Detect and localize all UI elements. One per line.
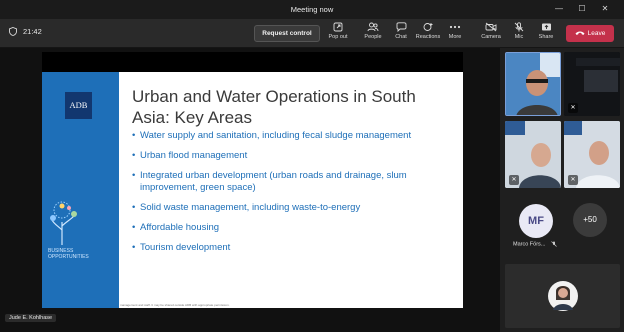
camera-label: Camera: [481, 34, 501, 40]
slide-side-panel: ADB BUSINESS OPPORTUNITIES: [42, 72, 119, 308]
more-label: More: [448, 34, 462, 40]
reactions-label: Reactions: [415, 34, 441, 40]
pop-out-label: Pop out: [328, 34, 348, 40]
pop-out-button[interactable]: Pop out: [324, 22, 352, 46]
business-line-2: OPPORTUNITIES: [48, 254, 89, 260]
participant-video: [506, 53, 560, 115]
chat-icon: [396, 22, 406, 32]
mic-button[interactable]: Mic: [505, 22, 533, 46]
presentation-slide: ADB BUSINESS OPPORTUNITIES Urban and Wat…: [42, 72, 463, 308]
reactions-button[interactable]: Reactions: [414, 22, 442, 46]
mic-off-icon: [514, 22, 524, 32]
presenter-name-tag: Jude E. Kohlhase: [5, 314, 57, 322]
slide-title: Urban and Water Operations in South Asia…: [132, 87, 416, 127]
camera-button[interactable]: Camera: [477, 22, 505, 46]
minimize-icon[interactable]: —: [552, 3, 566, 15]
adb-logo: ADB: [65, 92, 92, 119]
mic-off-icon: [551, 241, 557, 247]
muted-icon: ✕: [568, 103, 578, 113]
slide-footnote: management and staff. It may be shared o…: [120, 303, 230, 307]
participant-avatar[interactable]: MF: [519, 204, 553, 238]
bullet-item: Tourism development: [132, 242, 457, 254]
participant-video-tile[interactable]: [505, 264, 620, 328]
title-bar: Meeting now — ☐ ✕: [0, 0, 624, 19]
participant-video-tile[interactable]: ✕: [505, 121, 561, 188]
bullet-item: Solid waste management, including waste-…: [132, 202, 457, 214]
people-button[interactable]: People: [359, 22, 387, 46]
muted-icon: ✕: [509, 175, 519, 185]
share-icon: [541, 23, 551, 31]
window-title: Meeting now: [290, 5, 334, 14]
pop-out-icon: [333, 22, 343, 32]
slide-top-bar: [42, 52, 463, 72]
participant-name-text: Marco Förs...: [513, 241, 546, 248]
people-label: People: [364, 34, 382, 40]
request-control-button[interactable]: Request control: [254, 25, 320, 42]
chat-label: Chat: [395, 34, 407, 40]
maximize-icon[interactable]: ☐: [575, 3, 589, 15]
leave-label: Leave: [587, 30, 606, 37]
mic-label: Mic: [514, 34, 524, 40]
close-icon[interactable]: ✕: [598, 3, 612, 15]
more-button[interactable]: More: [441, 22, 469, 46]
chat-button[interactable]: Chat: [387, 22, 415, 46]
timer-text: 21:42: [23, 27, 42, 36]
share-button[interactable]: Share: [532, 22, 560, 46]
camera-off-icon: [485, 22, 497, 32]
shield-icon: [9, 27, 17, 36]
more-dots-icon: [449, 25, 461, 29]
participant-name-label: Marco Förs...: [513, 241, 557, 247]
bullet-item: Water supply and sanitation, including f…: [132, 130, 457, 142]
participant-video-tile[interactable]: ✕: [564, 52, 620, 116]
phone-hangup-icon: [575, 31, 585, 36]
participant-video-tile[interactable]: ✕: [564, 121, 620, 188]
more-participants-button[interactable]: +50: [573, 203, 607, 237]
participant-video-tile[interactable]: [505, 52, 561, 116]
tree-logo-icon: [50, 201, 77, 245]
slide-bullet-list: Water supply and sanitation, including f…: [132, 130, 457, 262]
meeting-toolbar: 21:42 Request control Pop out People Cha…: [0, 19, 624, 48]
business-opportunities-label: BUSINESS OPPORTUNITIES: [48, 248, 114, 260]
muted-icon: ✕: [568, 175, 578, 185]
share-label: Share: [538, 34, 554, 40]
bullet-item: Affordable housing: [132, 222, 457, 234]
meeting-timer: 21:42: [9, 27, 42, 36]
leave-button[interactable]: Leave: [566, 25, 614, 42]
participant-avatar-photo: [505, 264, 620, 328]
bullet-item: Integrated urban development (urban road…: [132, 170, 457, 194]
bullet-item: Urban flood management: [132, 150, 457, 162]
people-icon: [367, 22, 379, 32]
reactions-icon: [423, 23, 432, 31]
